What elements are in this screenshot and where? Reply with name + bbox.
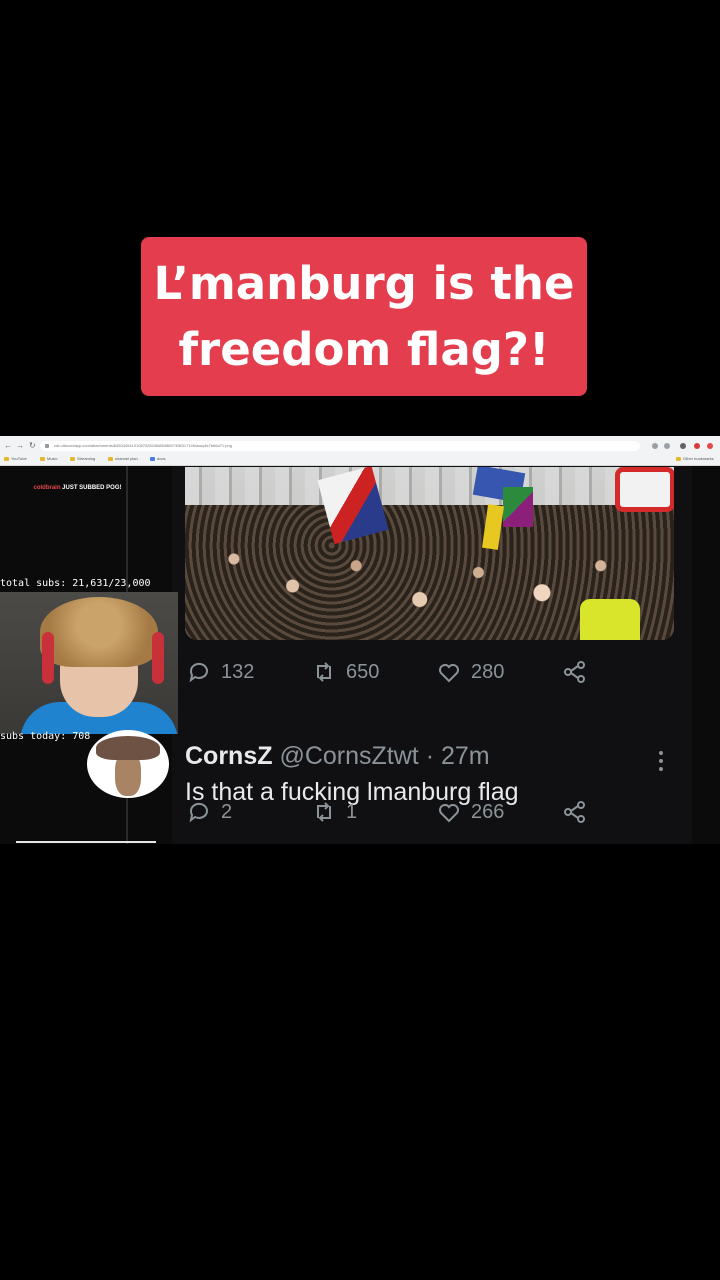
profile-icon[interactable] [707, 443, 713, 449]
webcam-feed [0, 592, 178, 734]
headset-right [152, 632, 164, 684]
sub-alert-message: JUST SUBBED POG! [62, 485, 122, 491]
reload-icon[interactable]: ↻ [29, 439, 36, 453]
address-bar-url: cdn.discordapp.com/attachments/845044541… [54, 443, 232, 448]
extension-red-icon[interactable] [694, 443, 700, 449]
reply-icon [189, 802, 208, 823]
tweet-actions-1: 132 650 280 [187, 657, 607, 687]
bookmark-channel-plan[interactable]: channel plan [108, 454, 138, 464]
share-icon [564, 661, 585, 683]
browser-toolbar: ← → ↻ cdn.discordapp.com/attachments/845… [0, 436, 720, 466]
reply-button[interactable]: 132 [187, 657, 254, 687]
subs-today-counter: subs today: 708 [0, 731, 91, 742]
retweet-count: 1 [346, 800, 358, 823]
share-button[interactable] [563, 797, 587, 827]
author-name[interactable]: CornsZ [185, 742, 273, 770]
like-count: 280 [471, 660, 505, 683]
bookmark-youtube[interactable]: YouTube [4, 454, 27, 464]
reply-count: 132 [221, 660, 255, 683]
browser-nav-row: ← → ↻ cdn.discordapp.com/attachments/845… [0, 439, 720, 453]
retweet-button[interactable]: 650 [312, 657, 379, 687]
total-subs-counter: total subs: 21,631/23,000 [0, 578, 151, 589]
tweet-image[interactable] [185, 467, 674, 640]
address-bar[interactable]: cdn.discordapp.com/attachments/845044541… [40, 441, 640, 451]
bookmark-docs[interactable]: docs [150, 454, 165, 464]
retweet-icon [317, 802, 331, 822]
caption-banner: L’manburg is the freedom flag?! [141, 237, 587, 396]
star-icon[interactable] [664, 443, 670, 449]
emote-cap [96, 736, 160, 760]
like-button[interactable]: 280 [437, 657, 504, 687]
headset-left [42, 632, 54, 684]
tweet-panel: 132 650 280 CornsZ @CornsZtwt · 27m Is t… [172, 466, 692, 844]
green-flag [503, 487, 533, 527]
tweet-actions-2: 2 1 266 [187, 797, 607, 827]
forward-icon[interactable]: → [16, 439, 24, 453]
video-frame[interactable]: ← → ↻ cdn.discordapp.com/attachments/845… [0, 436, 720, 844]
more-vertical-icon[interactable] [658, 750, 664, 772]
share-icon [564, 801, 585, 823]
video-progress-bar[interactable] [16, 841, 156, 843]
hi-vis-vest [580, 599, 640, 640]
extension-icon[interactable] [680, 443, 686, 449]
retweet-icon [317, 662, 331, 682]
caption-text: L’manburg is the freedom flag?! [153, 256, 575, 376]
tweet-header: CornsZ @CornsZtwt · 27m [185, 742, 490, 771]
sub-alert: coldbrain JUST SUBBED POG! [0, 484, 155, 492]
sub-alert-brand: coldbrain [33, 485, 61, 491]
lock-icon [45, 444, 49, 448]
webcam-hair [40, 597, 158, 667]
back-icon[interactable]: ← [4, 439, 12, 453]
reply-button[interactable]: 2 [187, 797, 232, 827]
search-icon[interactable] [652, 443, 658, 449]
bookmark-streaming[interactable]: Streaming [70, 454, 95, 464]
heart-icon [439, 804, 459, 823]
bookmarks-bar: YouTube Music Streaming channel plan doc… [0, 454, 720, 464]
red-sign [615, 467, 674, 512]
bookmark-other[interactable]: Other bookmarks [676, 454, 714, 464]
retweet-button[interactable]: 1 [312, 797, 357, 827]
like-count: 266 [471, 800, 505, 823]
reply-count: 2 [221, 800, 233, 823]
share-button[interactable] [563, 657, 587, 687]
heart-icon [439, 664, 459, 683]
reply-icon [189, 662, 208, 683]
retweet-count: 650 [346, 660, 380, 683]
bookmark-music[interactable]: Music [40, 454, 57, 464]
like-button[interactable]: 266 [437, 797, 504, 827]
tweet-time: · 27m [425, 742, 490, 770]
author-handle[interactable]: @CornsZtwt [279, 742, 418, 770]
mushroom-emote-avatar[interactable] [87, 730, 169, 798]
